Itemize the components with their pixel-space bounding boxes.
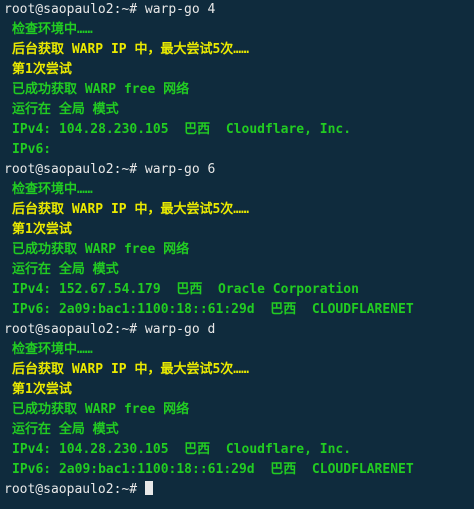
status-line: 已成功获取 WARP free 网络	[12, 82, 190, 97]
prompt-line: root@saopaulo2:~# warp-go 6	[4, 162, 216, 177]
status-line: 后台获取 WARP IP 中，最大尝试5次……	[12, 42, 249, 57]
prompt-line: root@saopaulo2:~# warp-go 4	[4, 2, 216, 17]
ipv4-line: IPv4: 104.28.230.105 巴西 Cloudflare, Inc.	[12, 442, 352, 457]
ipv6-line: IPv6: 2a09:bac1:1100:18::61:29d 巴西 CLOUD…	[12, 302, 414, 317]
prompt-text: root@saopaulo2:~#	[4, 482, 145, 497]
ipv6-line: IPv6:	[12, 142, 52, 157]
status-line: 第1次尝试	[12, 222, 72, 237]
status-line: 运行在 全局 模式	[12, 102, 119, 117]
status-line: 检查环境中……	[12, 22, 93, 37]
status-line: 已成功获取 WARP free 网络	[12, 242, 190, 257]
prompt-line: root@saopaulo2:~# warp-go d	[4, 322, 216, 337]
ipv4-line: IPv4: 152.67.54.179 巴西 Oracle Corporatio…	[12, 282, 359, 297]
status-line: 运行在 全局 模式	[12, 422, 119, 437]
status-line: 后台获取 WARP IP 中，最大尝试5次……	[12, 362, 249, 377]
status-line: 运行在 全局 模式	[12, 262, 119, 277]
active-prompt-line[interactable]: root@saopaulo2:~#	[4, 480, 470, 500]
terminal-window[interactable]: root@saopaulo2:~# warp-go 4 检查环境中…… 后台获取…	[0, 0, 474, 509]
status-line: 后台获取 WARP IP 中，最大尝试5次……	[12, 202, 249, 217]
status-line: 已成功获取 WARP free 网络	[12, 402, 190, 417]
status-line: 检查环境中……	[12, 342, 93, 357]
status-line: 第1次尝试	[12, 62, 72, 77]
text-cursor	[144, 481, 153, 495]
ipv4-line: IPv4: 104.28.230.105 巴西 Cloudflare, Inc.	[12, 122, 352, 137]
status-line: 检查环境中……	[12, 182, 93, 197]
status-line: 第1次尝试	[12, 382, 72, 397]
ipv6-line: IPv6: 2a09:bac1:1100:18::61:29d 巴西 CLOUD…	[12, 462, 414, 477]
